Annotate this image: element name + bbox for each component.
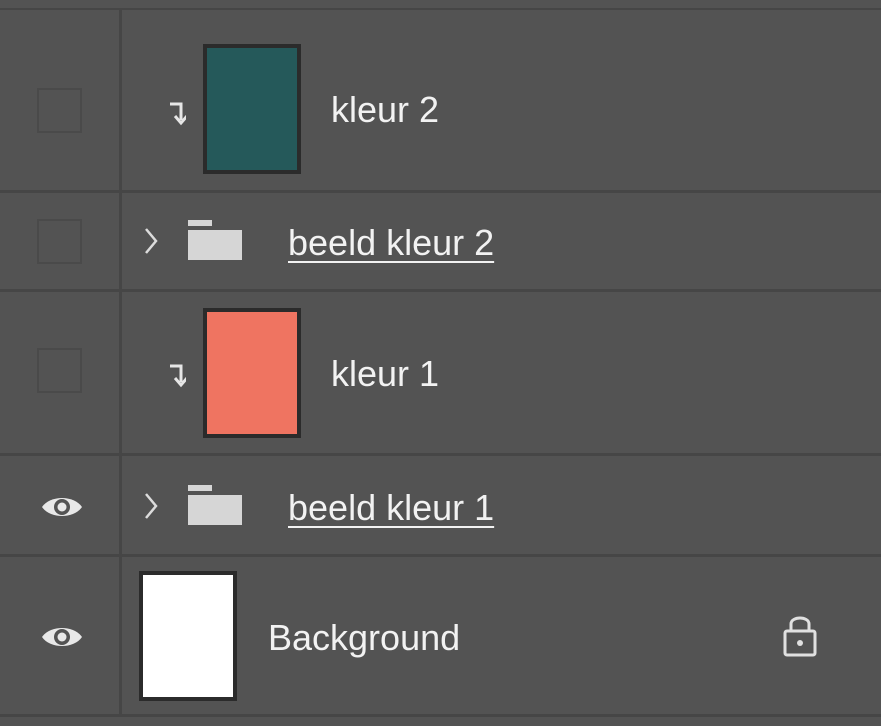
visibility-column <box>0 292 122 453</box>
chevron-right-icon[interactable] <box>143 491 159 521</box>
layer-thumbnail[interactable] <box>203 44 301 174</box>
layer-name[interactable]: kleur 1 <box>331 356 439 392</box>
layer-name[interactable]: Background <box>268 620 460 656</box>
layer-thumbnail[interactable] <box>139 571 237 701</box>
layer-name[interactable]: kleur 2 <box>331 92 439 128</box>
layer-row-beeld-kleur-1[interactable]: beeld kleur 1 <box>0 456 881 557</box>
group-name[interactable]: beeld kleur 1 <box>288 490 494 526</box>
lock-icon <box>783 616 817 657</box>
panel-top-edge <box>0 0 881 10</box>
chevron-right-icon[interactable] <box>143 226 159 256</box>
visibility-toggle-off[interactable] <box>37 88 82 133</box>
visibility-column <box>0 557 122 714</box>
folder-icon <box>188 485 242 525</box>
folder-icon <box>188 220 242 260</box>
clipping-arrow-icon <box>170 364 186 388</box>
layer-thumbnail[interactable] <box>203 308 301 438</box>
layer-row-kleur-2[interactable]: kleur 2 <box>0 10 881 193</box>
eye-icon[interactable] <box>40 493 84 521</box>
visibility-column <box>0 10 122 190</box>
visibility-column <box>0 456 122 554</box>
eye-icon[interactable] <box>40 623 84 651</box>
layer-row-beeld-kleur-2[interactable]: beeld kleur 2 <box>0 193 881 292</box>
clipping-arrow-icon <box>170 102 186 126</box>
visibility-toggle-off[interactable] <box>37 348 82 393</box>
layer-row-background[interactable]: Background <box>0 557 881 717</box>
panel-bottom-edge <box>0 717 881 726</box>
group-name[interactable]: beeld kleur 2 <box>288 225 494 261</box>
layer-row-kleur-1[interactable]: kleur 1 <box>0 292 881 456</box>
layers-panel: kleur 2 beeld kleur 2 kleur 1 beeld kleu… <box>0 0 881 726</box>
visibility-column <box>0 193 122 289</box>
visibility-toggle-off[interactable] <box>37 219 82 264</box>
